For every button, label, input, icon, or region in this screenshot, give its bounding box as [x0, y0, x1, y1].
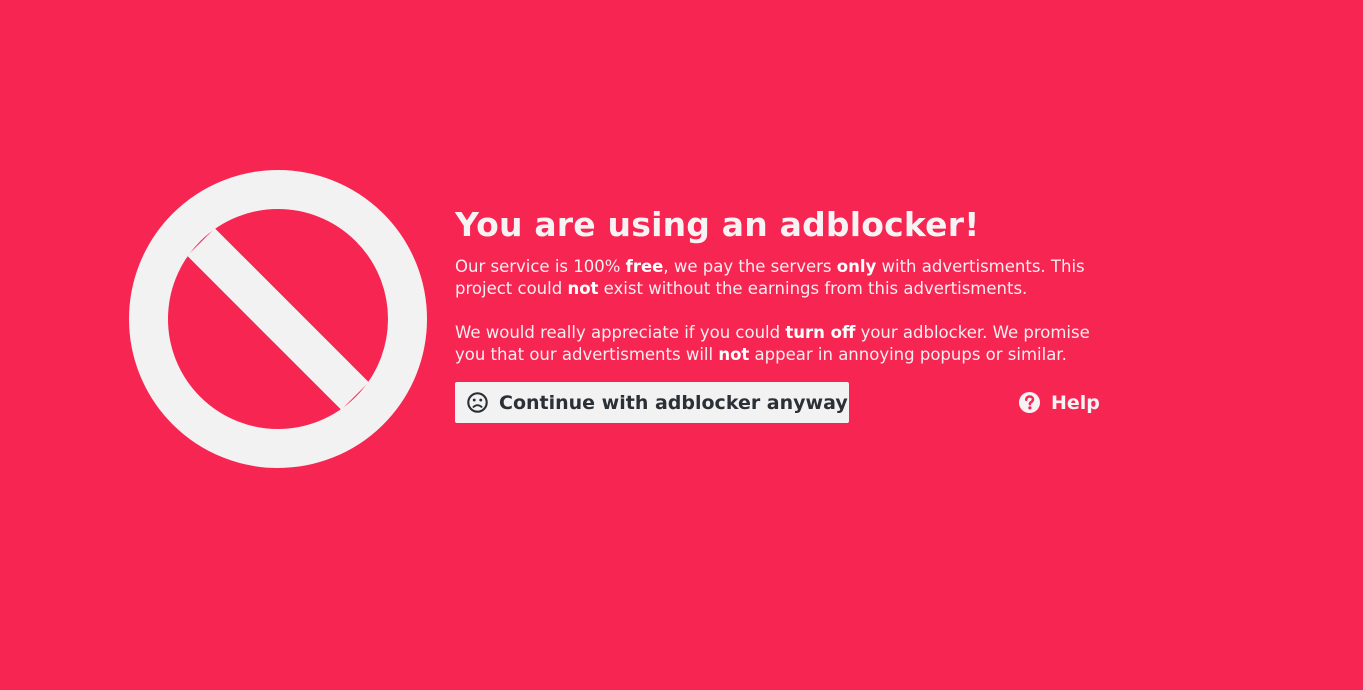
sad-face-icon — [467, 392, 488, 413]
help-link[interactable]: Help — [1018, 382, 1100, 423]
notice-paragraph-2: We would really appreciate if you could … — [455, 322, 1115, 366]
adblock-notice-page: You are using an adblocker! Our service … — [0, 0, 1363, 690]
notice-text: exist without the earnings from this adv… — [598, 279, 1028, 298]
emphasis-text: not — [718, 345, 750, 364]
notice-text: , we pay the servers — [663, 257, 837, 276]
action-row: Continue with adblocker anyway Help — [455, 382, 1105, 423]
notice-content: You are using an adblocker! Our service … — [455, 200, 1115, 423]
question-circle-icon — [1018, 391, 1041, 414]
prohibited-sign-icon — [129, 170, 427, 468]
page-title: You are using an adblocker! — [455, 205, 980, 244]
continue-with-adblocker-button[interactable]: Continue with adblocker anyway — [455, 382, 849, 423]
emphasis-text: only — [836, 257, 877, 276]
emphasis-text: turn off — [785, 323, 856, 342]
notice-text: appear in annoying popups or similar. — [749, 345, 1067, 364]
help-label: Help — [1051, 391, 1100, 414]
notice-text: Our service is 100% — [455, 257, 626, 276]
notice-paragraph-1: Our service is 100% free, we pay the ser… — [455, 256, 1115, 300]
notice-text: We would really appreciate if you could — [455, 323, 786, 342]
emphasis-text: not — [567, 279, 599, 298]
emphasis-text: free — [625, 257, 664, 276]
continue-button-label: Continue with adblocker anyway — [499, 391, 848, 414]
